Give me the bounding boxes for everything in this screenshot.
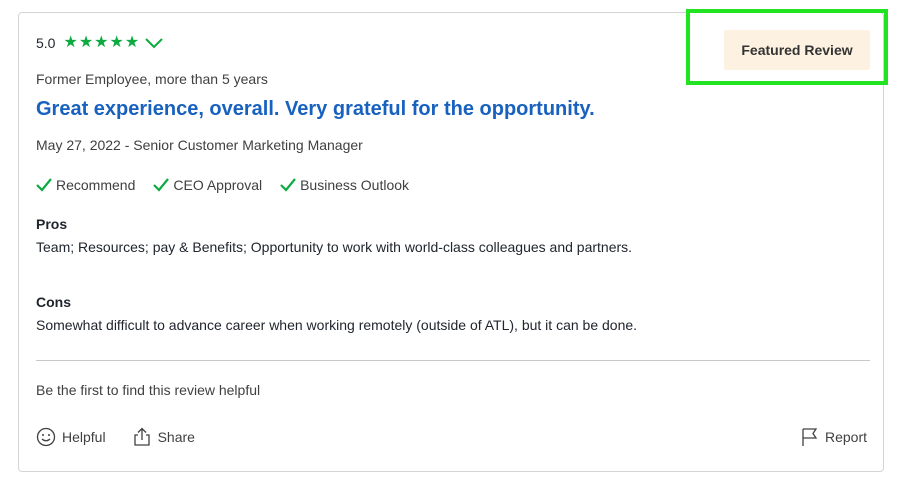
check-label: CEO Approval [173, 177, 263, 193]
rating-stars: ★ ★ ★ ★ ★ [63, 35, 139, 51]
review-actions: Helpful Share [36, 427, 195, 447]
helpful-count-text: Be the first to find this review helpful [36, 382, 261, 398]
divider [36, 360, 870, 361]
star-icon: ★ [124, 34, 140, 51]
star-icon: ★ [78, 34, 94, 51]
flag-icon [802, 428, 818, 446]
ratings-checks: Recommend CEO Approval Business Outlook [36, 177, 409, 193]
share-label: Share [157, 429, 195, 445]
check-recommend: Recommend [36, 177, 135, 193]
helpful-label: Helpful [62, 429, 106, 445]
review-title[interactable]: Great experience, overall. Very grateful… [36, 98, 595, 121]
check-label: Recommend [56, 177, 136, 193]
cons-heading: Cons [36, 294, 71, 310]
employment-status: Former Employee, more than 5 years [36, 71, 268, 87]
chevron-down-icon[interactable] [145, 37, 163, 49]
check-icon [280, 178, 296, 192]
report-label: Report [824, 429, 867, 445]
star-icon: ★ [109, 34, 124, 51]
check-business-outlook: Business Outlook [280, 177, 409, 193]
pros-text: Team; Resources; pay & Benefits; Opportu… [36, 239, 633, 255]
check-ceo-approval: CEO Approval [153, 177, 262, 193]
review-card: 5.0 ★ ★ ★ ★ ★ Featured Review Former Emp… [18, 9, 888, 472]
share-button[interactable]: Share [132, 427, 195, 447]
rating-value: 5.0 [36, 35, 56, 51]
star-icon: ★ [63, 34, 78, 51]
share-icon [133, 427, 150, 446]
badge-highlight-box [686, 9, 888, 85]
review-date-role: May 27, 2022 - Senior Customer Marketing… [36, 137, 363, 153]
check-icon [153, 178, 170, 192]
report-button[interactable]: Report [801, 427, 867, 447]
rating-row: 5.0 ★ ★ ★ ★ ★ [36, 35, 163, 51]
pros-heading: Pros [36, 216, 68, 232]
check-icon [36, 178, 52, 192]
check-label: Business Outlook [300, 177, 410, 193]
smiley-icon [36, 427, 56, 447]
star-icon: ★ [94, 34, 109, 51]
cons-text: Somewhat difficult to advance career whe… [36, 317, 638, 333]
helpful-button[interactable]: Helpful [36, 427, 106, 447]
